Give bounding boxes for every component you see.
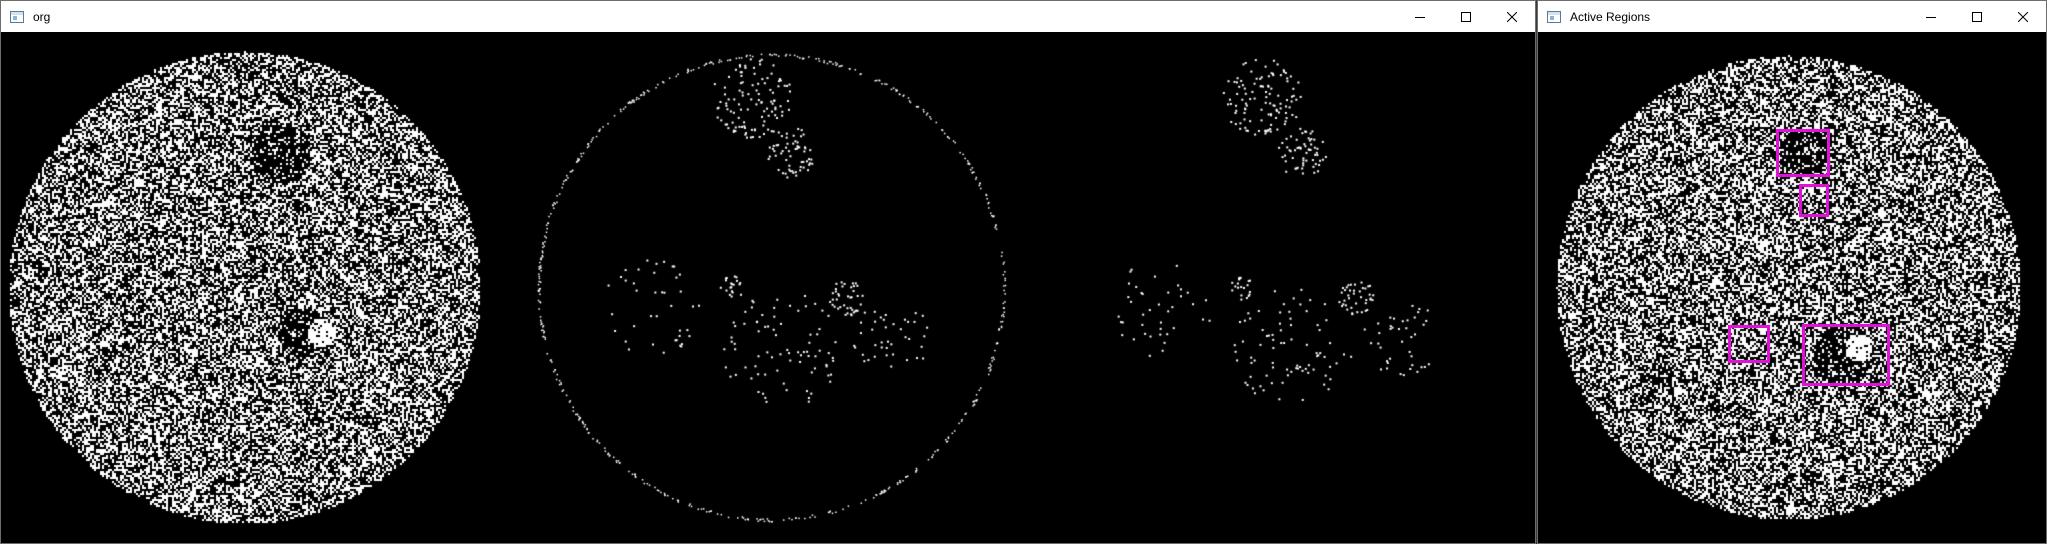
active-regions-minimize-button[interactable] xyxy=(1908,1,1954,32)
close-icon xyxy=(2018,11,2028,22)
org-minimize-button[interactable] xyxy=(1397,1,1443,32)
active-region-box xyxy=(1799,184,1829,217)
active-region-box xyxy=(1802,324,1890,386)
minimize-icon xyxy=(1926,16,1936,18)
minimize-icon xyxy=(1415,16,1425,18)
org-window: org xyxy=(0,0,1536,544)
org-titlebar[interactable]: org xyxy=(1,1,1535,32)
org-window-title: org xyxy=(33,9,51,24)
app-window-icon xyxy=(1547,10,1561,23)
active-regions-image-area xyxy=(1538,32,2046,543)
active-regions-window-title: Active Regions xyxy=(1570,9,1651,24)
active-regions-maximize-button[interactable] xyxy=(1954,1,2000,32)
active-regions-titlebar[interactable]: Active Regions xyxy=(1538,1,2046,32)
close-icon xyxy=(1507,11,1517,22)
org-image-area xyxy=(1,32,1535,543)
active-regions-close-button[interactable] xyxy=(2000,1,2046,32)
org-close-button[interactable] xyxy=(1489,1,1535,32)
maximize-icon xyxy=(1972,11,1982,22)
app-window-icon xyxy=(10,10,24,23)
active-region-box xyxy=(1776,129,1830,177)
solar-disk-panels xyxy=(1,32,1535,543)
active-regions-solar-disk xyxy=(1538,32,2046,543)
active-regions-window: Active Regions xyxy=(1537,0,2047,544)
org-maximize-button[interactable] xyxy=(1443,1,1489,32)
maximize-icon xyxy=(1461,11,1471,22)
active-region-box xyxy=(1728,325,1770,363)
